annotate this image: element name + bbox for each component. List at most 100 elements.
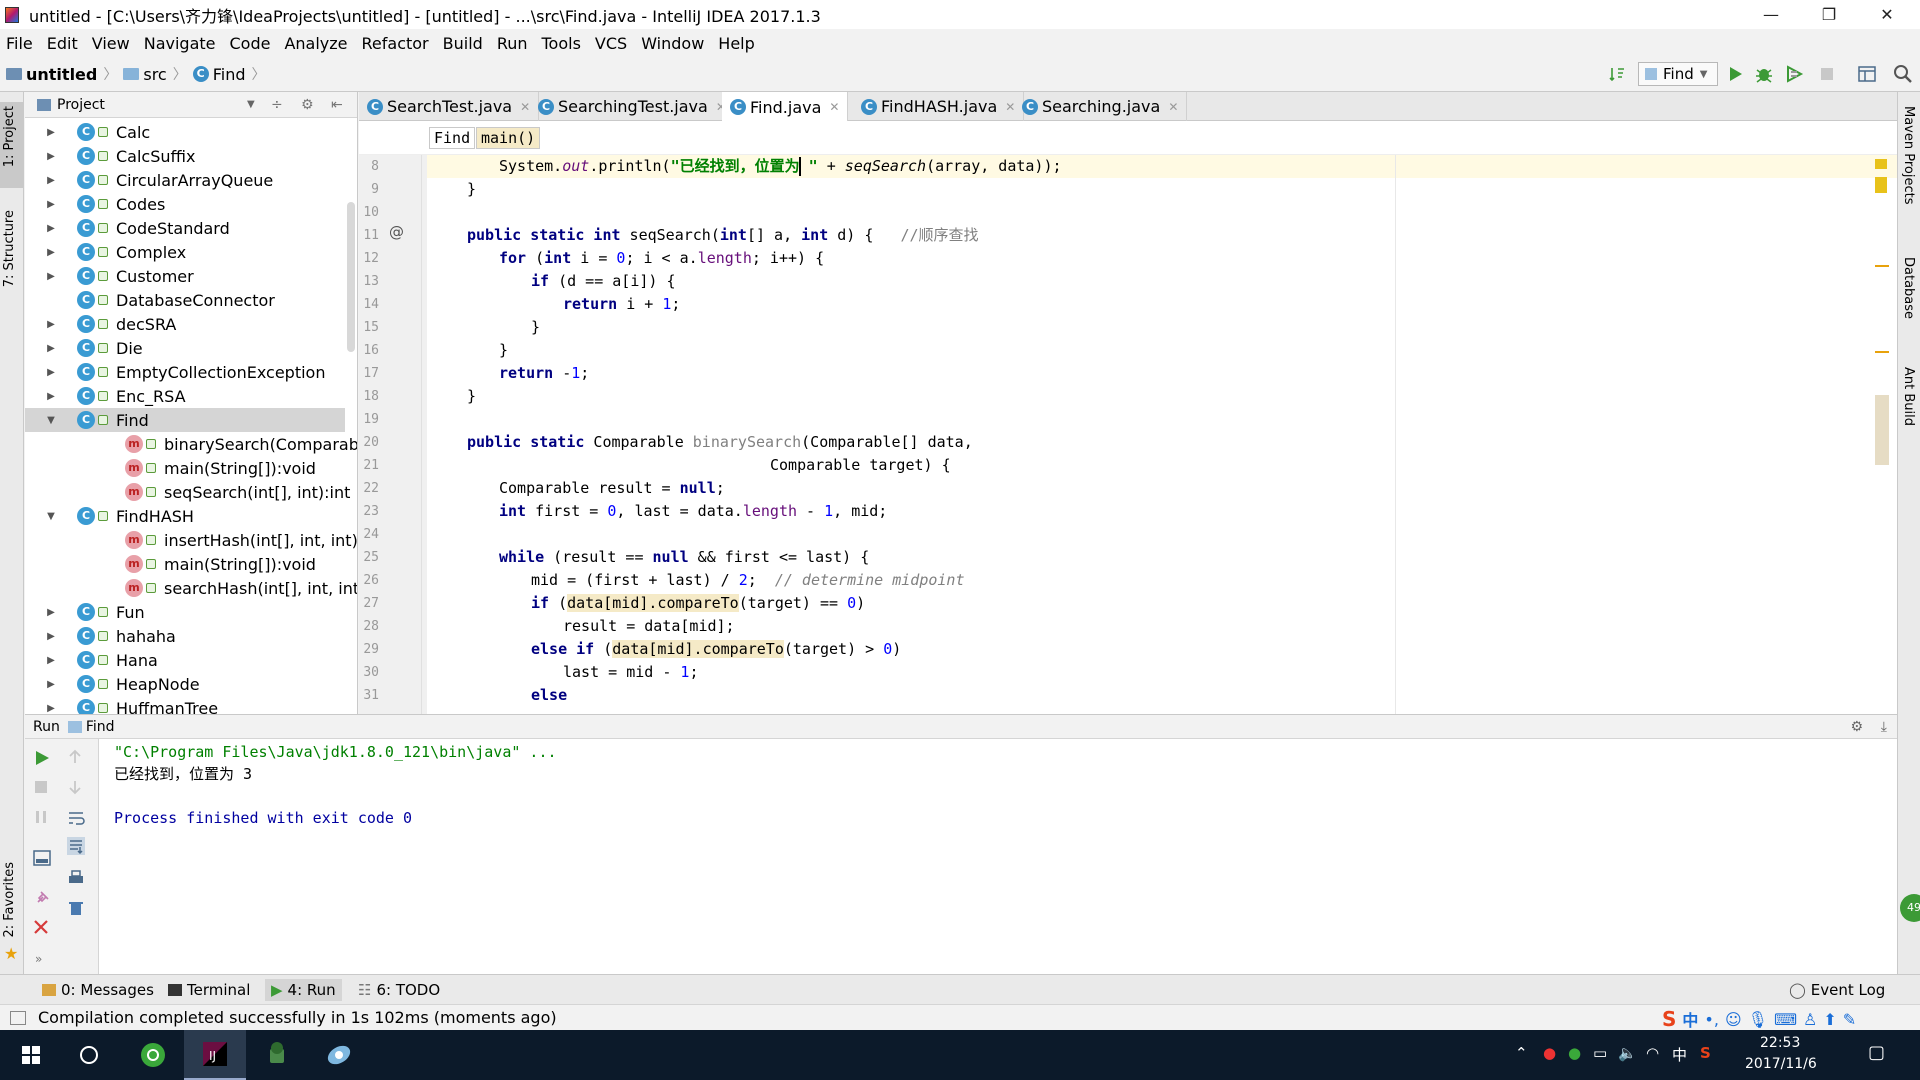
tree-class-item[interactable]: ▶ C HuffmanTree [47, 696, 218, 714]
code-editor[interactable]: System.out.println("已经找到，位置为 " + seqSear… [427, 155, 1897, 714]
breadcrumb-find[interactable]: C Find 〉 [192, 64, 266, 84]
status-toggle-icon[interactable] [10, 1010, 26, 1025]
tray-expand-icon[interactable]: ⌃ [1515, 1044, 1528, 1062]
coverage-icon[interactable] [1785, 64, 1805, 84]
tree-method-item[interactable]: m binarySearch(Comparable [125, 432, 357, 456]
expand-right-icon[interactable]: ▶ [45, 631, 57, 642]
tab-findhash[interactable]: C FindHASH.java ✕ [853, 92, 1025, 121]
minimize-button[interactable]: — [1748, 0, 1794, 29]
gear-icon[interactable]: ⚙ [301, 97, 314, 113]
terminal-tool-tab[interactable]: Terminal [162, 979, 256, 1001]
database-tab[interactable]: Database [1901, 257, 1916, 319]
expand-right-icon[interactable]: ▶ [45, 655, 57, 666]
tree-class-item[interactable]: ▶ C Complex [47, 240, 186, 264]
close-icon[interactable] [33, 919, 51, 937]
app-taskbar-icon[interactable] [308, 1030, 370, 1080]
close-icon[interactable]: ✕ [829, 100, 839, 114]
tree-class-item[interactable]: ▶ CdecSRA [47, 312, 176, 336]
intellij-taskbar-icon[interactable]: IJ [184, 1030, 246, 1080]
debug-icon[interactable] [1754, 64, 1774, 84]
project-tool-tab[interactable]: 1: Project [2, 106, 17, 167]
favorites-tool-tab[interactable]: 2: Favorites [2, 862, 17, 938]
tree-class-item[interactable]: ▶ C Calc [47, 120, 150, 144]
tab-searching[interactable]: C Searching.java ✕ [1014, 92, 1188, 121]
battery-icon[interactable]: ▭ [1593, 1044, 1607, 1062]
arrow-down-icon[interactable] [67, 779, 85, 797]
expand-right-icon[interactable]: ▶ [45, 703, 57, 714]
notification-badge[interactable]: 49 [1900, 894, 1920, 922]
action-center-icon[interactable]: ▢ [1868, 1042, 1885, 1063]
tree-class-item[interactable]: ▶ C EmptyCollectionException [47, 360, 325, 384]
menu-help[interactable]: Help [711, 34, 761, 53]
layout-icon[interactable] [33, 849, 51, 867]
sogou-tray-icon[interactable]: S [1700, 1044, 1711, 1062]
editor-breadcrumb-method[interactable]: main() [476, 127, 541, 149]
warning-marker[interactable] [1875, 159, 1887, 169]
expand-right-icon[interactable]: ▶ [45, 127, 57, 138]
project-structure-icon[interactable] [1857, 64, 1877, 84]
breadcrumb-src[interactable]: src 〉 [123, 64, 187, 84]
clock-date[interactable]: 2017/11/6 [1745, 1056, 1817, 1072]
run-icon[interactable] [1725, 64, 1745, 84]
more-icon[interactable]: » [35, 952, 42, 966]
tab-searchingtest[interactable]: C SearchingTest.java ✕ [530, 92, 735, 121]
menu-analyze[interactable]: Analyze [277, 34, 354, 53]
expand-right-icon[interactable]: ▶ [45, 151, 57, 162]
tree-class-item[interactable]: ▼ C Find [25, 408, 345, 432]
volume-icon[interactable]: 🔈 [1618, 1044, 1637, 1062]
cortana-search-button[interactable] [58, 1030, 120, 1080]
expand-down-icon[interactable]: ▼ [45, 511, 57, 522]
menu-run[interactable]: Run [490, 34, 535, 53]
tray-app-icon[interactable]: ● [1543, 1044, 1556, 1062]
close-icon[interactable]: ✕ [520, 100, 530, 114]
tree-class-item[interactable]: ▶ C CodeStandard [47, 216, 230, 240]
wifi-icon[interactable]: ◠ [1646, 1044, 1659, 1062]
expand-right-icon[interactable]: ▶ [45, 319, 57, 330]
menu-file[interactable]: File [0, 34, 40, 53]
expand-right-icon[interactable]: ▶ [45, 271, 57, 282]
collapse-all-icon[interactable]: ÷ [271, 97, 283, 113]
tree-class-item[interactable]: ▶ C Codes [47, 192, 165, 216]
warning-marker[interactable] [1875, 177, 1887, 193]
menu-refactor[interactable]: Refactor [355, 34, 436, 53]
tree-class-item[interactable]: ▶ Chahaha [47, 624, 176, 648]
tree-class-item[interactable]: ▶ C Hana [47, 648, 158, 672]
gear-icon[interactable]: ⚙ [1850, 719, 1863, 735]
expand-down-icon[interactable]: ▼ [45, 415, 57, 426]
run-tool-tab[interactable]: ▶ 4: Run [265, 979, 342, 1001]
run-configuration-select[interactable]: Find ▼ [1638, 62, 1718, 86]
hide-panel-icon[interactable]: ⤓ [1881, 719, 1887, 735]
at-annotation-icon[interactable]: @ [389, 223, 404, 241]
expand-right-icon[interactable]: ▶ [45, 199, 57, 210]
project-panel-title[interactable]: Project [57, 97, 105, 113]
sort-icon[interactable] [1607, 64, 1627, 84]
tree-method-item[interactable]: m insertHash(int[], int, int):v [125, 528, 357, 552]
tree-class-item[interactable]: ▶ C CircularArrayQueue [47, 168, 273, 192]
expand-right-icon[interactable]: ▶ [45, 223, 57, 234]
run-tab-find[interactable]: Find [86, 719, 115, 735]
structure-tool-tab[interactable]: 7: Structure [2, 210, 17, 287]
tab-find[interactable]: C Find.java ✕ [722, 92, 849, 122]
event-log-tool-tab[interactable]: ◯ Event Log [1783, 979, 1891, 1001]
arrow-up-icon[interactable] [67, 749, 85, 767]
breadcrumb-project[interactable]: untitled 〉 [6, 64, 117, 84]
menu-edit[interactable]: Edit [40, 34, 85, 53]
tree-class-item[interactable]: C DatabaseConnector [77, 288, 275, 312]
run-console[interactable]: "C:\Program Files\Java\jdk1.8.0_121\bin\… [99, 739, 1897, 974]
chevron-down-icon[interactable]: ▼ [247, 99, 255, 110]
tree-class-item[interactable]: ▶ C Fun [47, 600, 144, 624]
todo-tool-tab[interactable]: ☷ 6: TODO [352, 979, 446, 1001]
tab-searchtest[interactable]: C SearchTest.java ✕ [359, 92, 540, 121]
trash-icon[interactable] [67, 899, 85, 917]
menu-window[interactable]: Window [634, 34, 711, 53]
stop-icon[interactable] [33, 779, 51, 797]
menu-navigate[interactable]: Navigate [137, 34, 223, 53]
rerun-icon[interactable] [33, 749, 51, 767]
expand-right-icon[interactable]: ▶ [45, 679, 57, 690]
restore-button[interactable]: ❐ [1806, 0, 1852, 29]
android-taskbar-icon[interactable] [246, 1030, 308, 1080]
tree-class-item[interactable]: ▶ C Enc_RSA [47, 384, 185, 408]
expand-right-icon[interactable]: ▶ [45, 607, 57, 618]
ime-toolbar[interactable]: S 中 •, ☺ 🎙 ⌨ ♙ ⬆ ✎ [1662, 1007, 1856, 1031]
maven-projects-tab[interactable]: Maven Projects [1901, 106, 1916, 205]
